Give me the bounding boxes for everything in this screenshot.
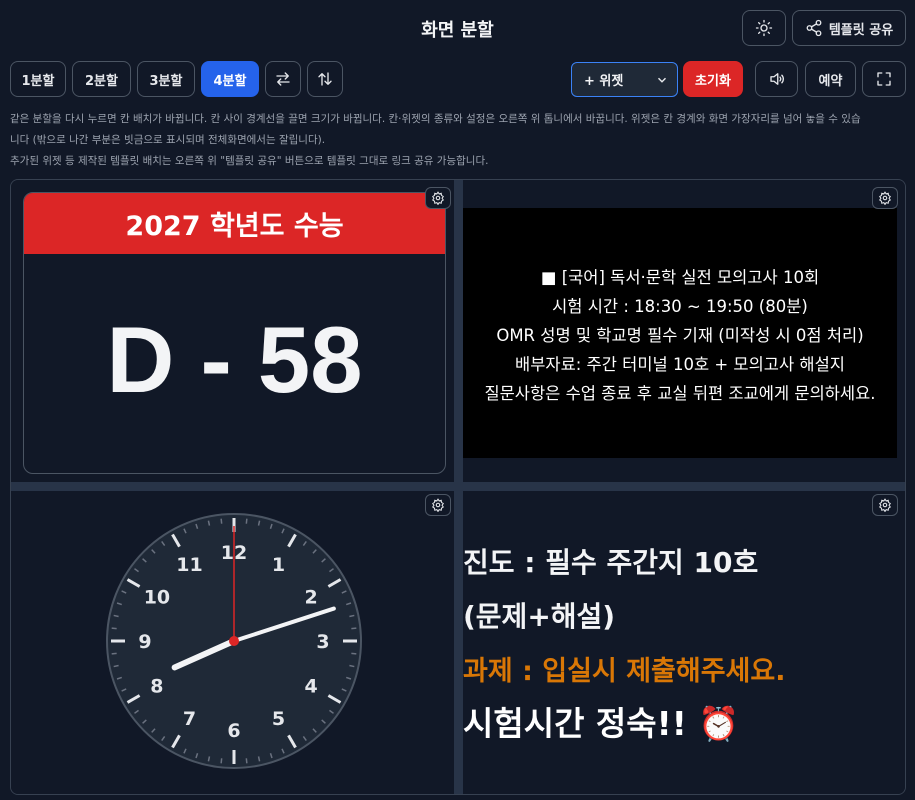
sun-icon bbox=[755, 19, 773, 37]
memo-line: 시험시간 정숙!! ⏰ bbox=[463, 704, 740, 743]
fullscreen-icon bbox=[877, 72, 891, 86]
split-1-label: 1분할 bbox=[21, 73, 55, 89]
clock-number: 9 bbox=[138, 631, 151, 653]
dday-title: 2027 학년도 수능 bbox=[24, 193, 445, 254]
panel-dday: 2027 학년도 수능 D - 58 bbox=[11, 180, 454, 482]
schedule-label: 예약 bbox=[818, 73, 843, 89]
add-widget-select[interactable]: + 위젯 bbox=[571, 62, 678, 97]
schedule-button[interactable]: 예약 bbox=[805, 61, 856, 97]
clock-number: 1 bbox=[272, 554, 285, 576]
theme-toggle-button[interactable] bbox=[742, 10, 786, 46]
split-2-label: 2분할 bbox=[85, 73, 118, 89]
add-widget-select-value: + 위젯 bbox=[584, 74, 624, 89]
reset-label: 초기화 bbox=[695, 73, 731, 89]
help-line: 추가된 위젯 등 제작된 템플릿 배치는 오른쪽 위 "템플릿 공유" 버튼으로… bbox=[10, 155, 489, 167]
clock-tick bbox=[220, 758, 223, 764]
clock-tick bbox=[207, 756, 211, 762]
swap-horizontal-icon bbox=[276, 72, 290, 86]
panel-memo: 진도 : 필수 주간지 10호 (문제+해설) 과제 : 입실시 제출해주세요.… bbox=[463, 491, 905, 794]
split-4-button[interactable]: 4분할 bbox=[201, 61, 259, 97]
clock-tick bbox=[113, 664, 119, 668]
panel-settings-button[interactable] bbox=[425, 494, 451, 516]
share-icon bbox=[806, 19, 822, 37]
share-template-button[interactable]: 템플릿 공유 bbox=[792, 10, 906, 46]
notice-line: OMR 성명 및 학교명 필수 기재 (미작성 시 0점 처리) bbox=[496, 326, 864, 345]
panel-settings-button[interactable] bbox=[425, 187, 451, 209]
clock-number: 11 bbox=[176, 554, 202, 576]
split-2-button[interactable]: 2분할 bbox=[72, 61, 131, 97]
fullscreen-button[interactable] bbox=[862, 61, 906, 97]
analog-clock: 121234567891011 bbox=[106, 513, 362, 769]
clock-tick bbox=[351, 652, 357, 655]
memo-line: (문제+해설) bbox=[463, 600, 616, 633]
memo-warning-line: 과제 : 입실시 제출해주세요. bbox=[463, 656, 786, 687]
panel-settings-button[interactable] bbox=[872, 494, 898, 516]
horizontal-splitter[interactable] bbox=[11, 482, 905, 491]
help-line: 같은 분할을 다시 누르면 칸 배치가 바뀝니다. 칸 사이 경계선을 끌면 크… bbox=[10, 113, 861, 125]
clock-number: 5 bbox=[272, 708, 285, 730]
notice-line: 시험 시간 : 18:30 ~ 19:50 (80분) bbox=[552, 297, 808, 316]
clock-tick bbox=[111, 627, 117, 630]
reset-button[interactable]: 초기화 bbox=[683, 61, 743, 97]
clock-number: 2 bbox=[304, 587, 317, 609]
notice-widget: ■ [국어] 독서·문학 실전 모의고사 10회 시험 시간 : 18:30 ~… bbox=[463, 208, 897, 458]
panel-settings-button[interactable] bbox=[872, 187, 898, 209]
clock-number: 7 bbox=[183, 708, 196, 730]
clock-number: 10 bbox=[144, 587, 170, 609]
clock-number: 3 bbox=[316, 631, 329, 653]
swap-horizontal-button[interactable] bbox=[265, 61, 301, 97]
clock-tick bbox=[349, 664, 355, 668]
swap-vertical-icon bbox=[318, 72, 332, 86]
clock-tick bbox=[349, 614, 355, 618]
gear-icon bbox=[432, 498, 444, 512]
share-template-label: 템플릿 공유 bbox=[828, 22, 894, 38]
clock-number: 4 bbox=[304, 676, 317, 698]
swap-vertical-button[interactable] bbox=[307, 61, 343, 97]
help-line: 니다 (밖으로 나간 부분은 빗금으로 표시되며 전체화면에서는 잘립니다). bbox=[10, 134, 326, 146]
clock-tick bbox=[245, 518, 248, 524]
help-text: 같은 분할을 다시 누르면 칸 배치가 바뀝니다. 칸 사이 경계선을 끌면 크… bbox=[10, 109, 910, 172]
sound-button[interactable] bbox=[755, 61, 798, 97]
clock-tick bbox=[111, 652, 117, 655]
split-board: 2027 학년도 수능 D - 58 ■ [국어] 독서·문학 실전 모의고사 … bbox=[10, 179, 906, 795]
clock-tick bbox=[257, 756, 261, 762]
split-3-button[interactable]: 3분할 bbox=[137, 61, 195, 97]
panel-clock: 12 1 2 3 4 5 6 7 8 9 10 11 bbox=[11, 491, 454, 794]
notice-line: 배부자료: 주간 터미널 10호 + 모의고사 해설지 bbox=[515, 355, 845, 374]
notice-line: 질문사항은 수업 종료 후 교실 뒤편 조교에게 문의하세요. bbox=[484, 384, 876, 403]
clock-tick bbox=[245, 758, 248, 764]
speaker-icon bbox=[769, 73, 784, 85]
chevron-down-icon bbox=[657, 77, 667, 83]
clock-tick bbox=[351, 627, 357, 630]
split-4-label: 4분할 bbox=[213, 73, 247, 89]
gear-icon bbox=[879, 498, 891, 512]
gear-icon bbox=[432, 191, 444, 205]
dday-widget: 2027 학년도 수능 D - 58 bbox=[23, 192, 446, 474]
clock-number: 6 bbox=[227, 720, 240, 742]
clock-tick bbox=[207, 520, 211, 526]
clock-center bbox=[229, 636, 239, 646]
split-3-label: 3분할 bbox=[149, 73, 183, 89]
notice-line: ■ [국어] 독서·문학 실전 모의고사 10회 bbox=[540, 268, 820, 287]
clock-number: 8 bbox=[150, 676, 163, 698]
memo-line: 진도 : 필수 주간지 10호 bbox=[463, 546, 759, 579]
panel-notice: ■ [국어] 독서·문학 실전 모의고사 10회 시험 시간 : 18:30 ~… bbox=[463, 180, 905, 482]
clock-tick bbox=[257, 520, 261, 526]
gear-icon bbox=[879, 191, 891, 205]
clock-tick bbox=[220, 518, 223, 524]
split-1-button[interactable]: 1분할 bbox=[10, 61, 66, 97]
clock-tick bbox=[113, 614, 119, 618]
dday-value: D - 58 bbox=[106, 307, 363, 412]
